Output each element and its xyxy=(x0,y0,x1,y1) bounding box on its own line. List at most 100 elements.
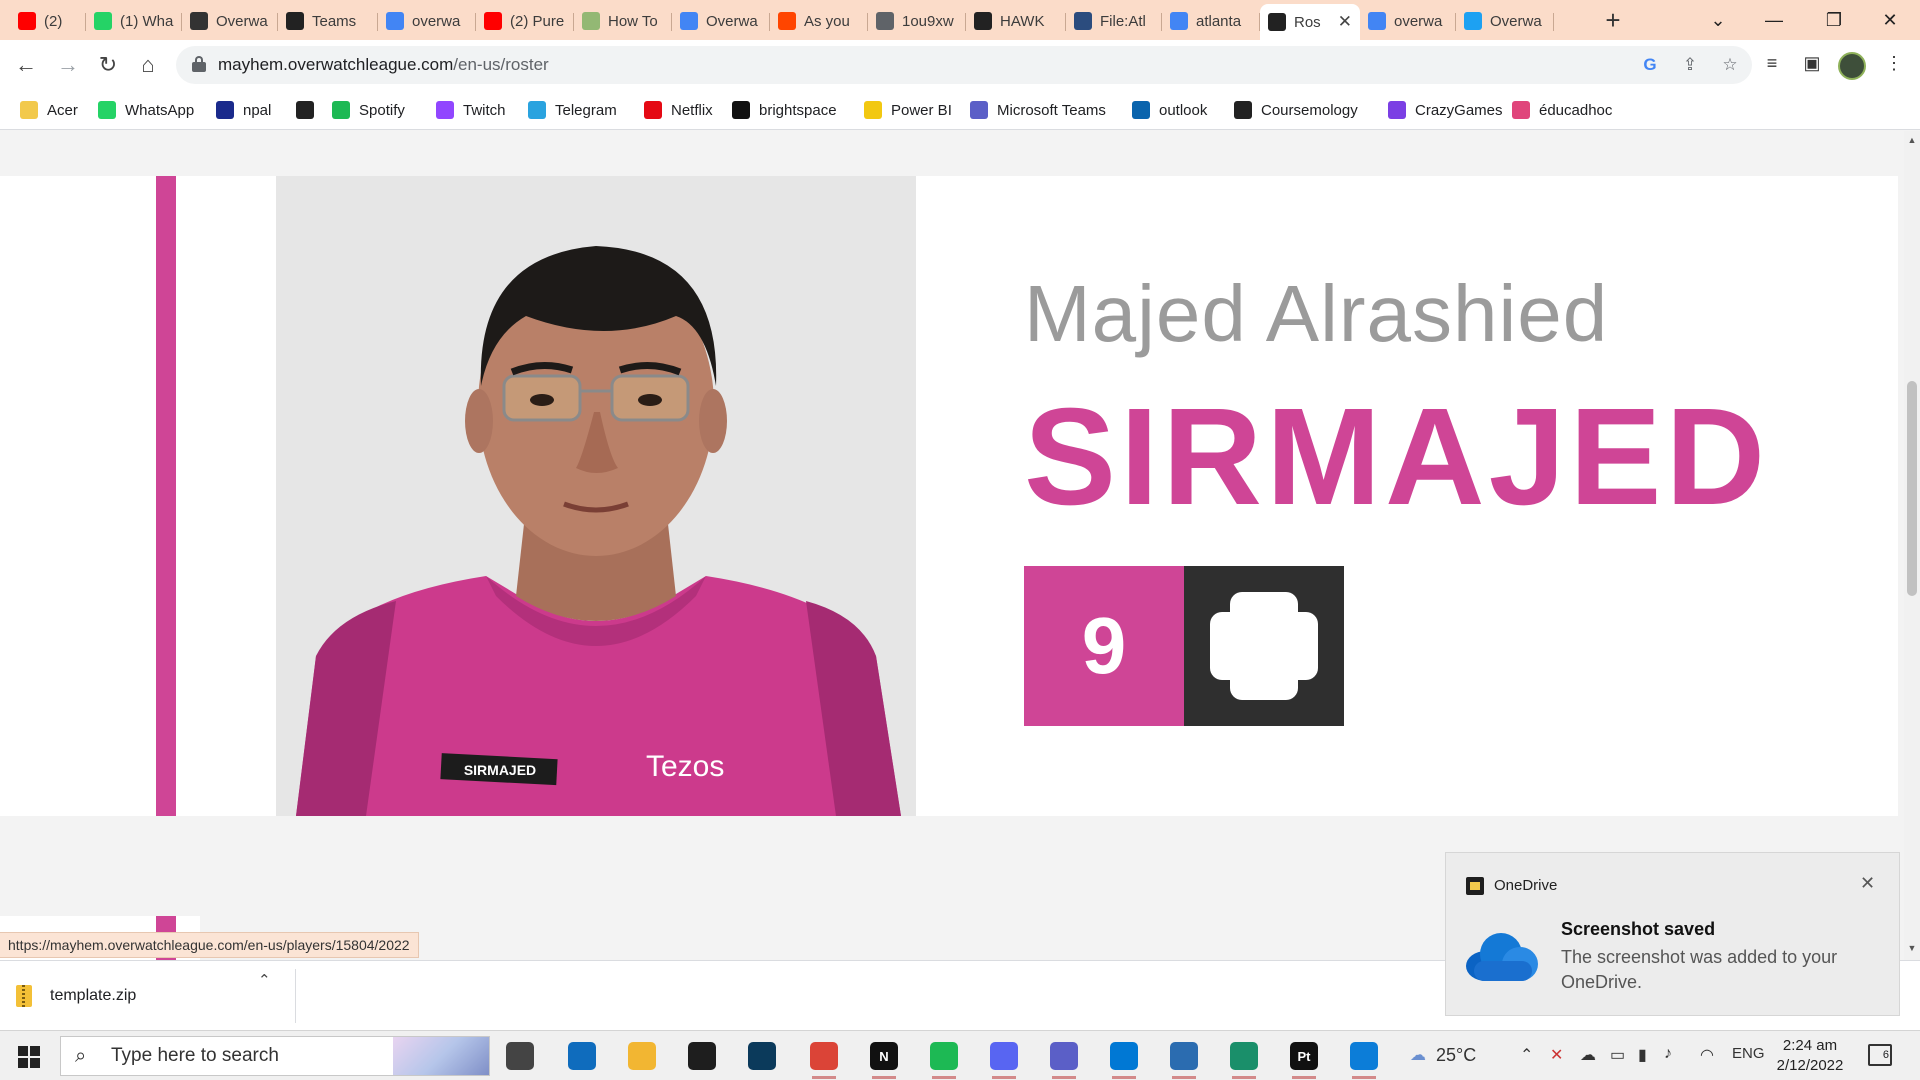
browser-tab[interactable]: Ros ✕ xyxy=(1260,4,1360,40)
home-button[interactable]: ⌂ xyxy=(134,52,162,80)
battery-icon[interactable]: ▮ xyxy=(1638,1045,1647,1065)
weather-icon[interactable]: ☁ xyxy=(1410,1045,1426,1065)
language-indicator[interactable]: ENG xyxy=(1732,1045,1765,1062)
bookmark-item[interactable]: Telegram xyxy=(528,98,617,122)
side-panel-icon[interactable]: ▣ xyxy=(1800,53,1824,77)
spotify-icon[interactable] xyxy=(926,1039,962,1079)
bookmark-item[interactable]: brightspace xyxy=(732,98,837,122)
clock[interactable]: 2:24 am 2/12/2022 xyxy=(1770,1036,1850,1076)
browser-tab[interactable]: overwa xyxy=(378,4,476,38)
browser-tab[interactable]: HAWK xyxy=(966,4,1066,38)
task-view-icon[interactable] xyxy=(502,1039,538,1073)
wiki-icon xyxy=(1074,12,1092,30)
wikihow-icon xyxy=(582,12,600,30)
bookmark-item[interactable]: npal xyxy=(216,98,271,122)
discord-icon[interactable] xyxy=(986,1039,1022,1079)
back-button[interactable]: ← xyxy=(12,52,40,80)
mail-icon[interactable] xyxy=(564,1039,600,1073)
bookmark-item[interactable]: Power BI xyxy=(864,98,952,122)
new-tab-button[interactable]: + xyxy=(1598,6,1628,36)
bookmark-label: Power BI xyxy=(891,101,952,119)
bookmark-item[interactable]: Microsoft Teams xyxy=(970,98,1106,122)
pycharm-icon[interactable]: Pt xyxy=(1286,1039,1322,1079)
edge-beta-icon[interactable] xyxy=(1346,1039,1382,1079)
wifi-icon[interactable]: ◠ xyxy=(1700,1045,1714,1065)
bookmark-item[interactable]: éducadhoc xyxy=(1512,98,1612,122)
bookmark-item[interactable]: Twitch xyxy=(436,98,506,122)
taskbar-search-box[interactable]: ⌕ Type here to search xyxy=(60,1036,490,1076)
tab-search-chevron-icon[interactable]: ⌄ xyxy=(1690,0,1746,40)
page-scrollbar[interactable]: ▲ ▼ xyxy=(1904,131,1920,960)
lock-icon[interactable] xyxy=(192,56,206,72)
bookmark-item[interactable]: Coursemology xyxy=(1234,98,1358,122)
restore-button[interactable]: ❐ xyxy=(1806,0,1862,40)
app-icon[interactable] xyxy=(744,1039,780,1073)
bookmark-item[interactable]: Netflix xyxy=(644,98,713,122)
onedrive-tray-icon[interactable]: ☁ xyxy=(1580,1045,1596,1065)
scroll-down-icon[interactable]: ▼ xyxy=(1907,943,1917,953)
player-portrait-image: SIRMAJED Tezos xyxy=(296,246,901,816)
reading-list-icon[interactable]: ≡ xyxy=(1760,53,1784,77)
browser-tab[interactable]: File:Atl xyxy=(1066,4,1162,38)
browser-tab[interactable]: (2) Pure xyxy=(476,4,574,38)
browser-tab[interactable]: 1ou9xw xyxy=(868,4,966,38)
chevron-up-icon[interactable]: ⌃ xyxy=(258,971,271,989)
browser-tab[interactable]: Overwa xyxy=(182,4,278,38)
edge-icon[interactable] xyxy=(1226,1039,1262,1079)
vscode-icon[interactable] xyxy=(1106,1039,1142,1079)
notification-center-icon[interactable]: 6 xyxy=(1868,1044,1892,1066)
scrollbar-thumb[interactable] xyxy=(1907,381,1917,596)
twitch-icon xyxy=(436,101,454,119)
netflix-icon[interactable]: N xyxy=(866,1039,902,1079)
chrome-icon[interactable] xyxy=(806,1039,842,1079)
google-lens-icon[interactable]: G xyxy=(1640,55,1660,75)
bookmark-item[interactable]: Spotify xyxy=(332,98,405,122)
browser-tab[interactable]: Overwa xyxy=(1456,4,1554,38)
url-text[interactable]: mayhem.overwatchleague.com/en-us/roster xyxy=(218,55,549,75)
windows-start-icon[interactable] xyxy=(18,1046,40,1068)
tab-label: As you xyxy=(804,12,850,30)
whatsapp-icon xyxy=(98,101,116,119)
photos-icon[interactable] xyxy=(1166,1039,1202,1079)
network-alert-icon[interactable]: ✕ xyxy=(1550,1045,1563,1065)
player-card[interactable]: SIRMAJED Tezos Majed Alrashied SIRMAJED … xyxy=(0,176,1898,816)
browser-tab[interactable]: Teams xyxy=(278,4,378,38)
bookmark-item[interactable]: outlook xyxy=(1132,98,1207,122)
bookmark-item[interactable]: Acer xyxy=(20,98,78,122)
weather-temperature[interactable]: 25°C xyxy=(1436,1045,1476,1066)
bookmark-item[interactable]: WhatsApp xyxy=(98,98,194,122)
file-explorer-icon[interactable] xyxy=(624,1039,660,1073)
share-icon[interactable]: ⇪ xyxy=(1680,55,1700,75)
profile-avatar[interactable] xyxy=(1838,52,1866,80)
scroll-up-icon[interactable]: ▲ xyxy=(1907,135,1917,145)
bookmark-star-icon[interactable]: ☆ xyxy=(1720,55,1740,75)
volume-icon[interactable]: ♪ xyxy=(1664,1045,1672,1063)
onedrive-notification[interactable]: OneDrive ✕ Screenshot saved The screensh… xyxy=(1445,852,1900,1016)
forward-button[interactable]: → xyxy=(54,52,82,80)
powerbi-icon xyxy=(864,101,882,119)
browser-tab[interactable]: (1) Wha xyxy=(86,4,182,38)
show-hidden-icons-icon[interactable]: ⌃ xyxy=(1520,1045,1533,1065)
browser-tab[interactable]: As you xyxy=(770,4,868,38)
browser-tab[interactable]: (2) xyxy=(10,4,86,38)
browser-tab[interactable]: atlanta xyxy=(1162,4,1260,38)
overwatch-icon xyxy=(190,12,208,30)
close-tab-icon[interactable]: ✕ xyxy=(1338,12,1352,32)
close-notification-icon[interactable]: ✕ xyxy=(1860,873,1875,894)
address-bar[interactable]: mayhem.overwatchleague.com/en-us/roster … xyxy=(176,46,1752,84)
meet-now-icon[interactable]: ▭ xyxy=(1610,1045,1625,1065)
bookmark-item[interactable]: CrazyGames xyxy=(1388,98,1503,122)
browser-tab[interactable]: Overwa xyxy=(672,4,770,38)
teams-icon[interactable] xyxy=(1046,1039,1082,1079)
bookmark-item[interactable] xyxy=(296,98,314,122)
outlook-icon xyxy=(1132,101,1150,119)
menu-icon[interactable]: ⋮ xyxy=(1882,53,1906,77)
minimize-button[interactable]: — xyxy=(1746,0,1802,40)
close-window-button[interactable]: ✕ xyxy=(1862,0,1918,40)
player-gamertag: SIRMAJED xyxy=(1024,380,1770,534)
browser-tab[interactable]: How To xyxy=(574,4,672,38)
reload-button[interactable]: ↻ xyxy=(94,52,122,80)
dropbox-icon[interactable] xyxy=(684,1039,720,1073)
browser-tab[interactable]: overwa xyxy=(1360,4,1456,38)
download-item[interactable]: template.zip xyxy=(16,975,296,1017)
